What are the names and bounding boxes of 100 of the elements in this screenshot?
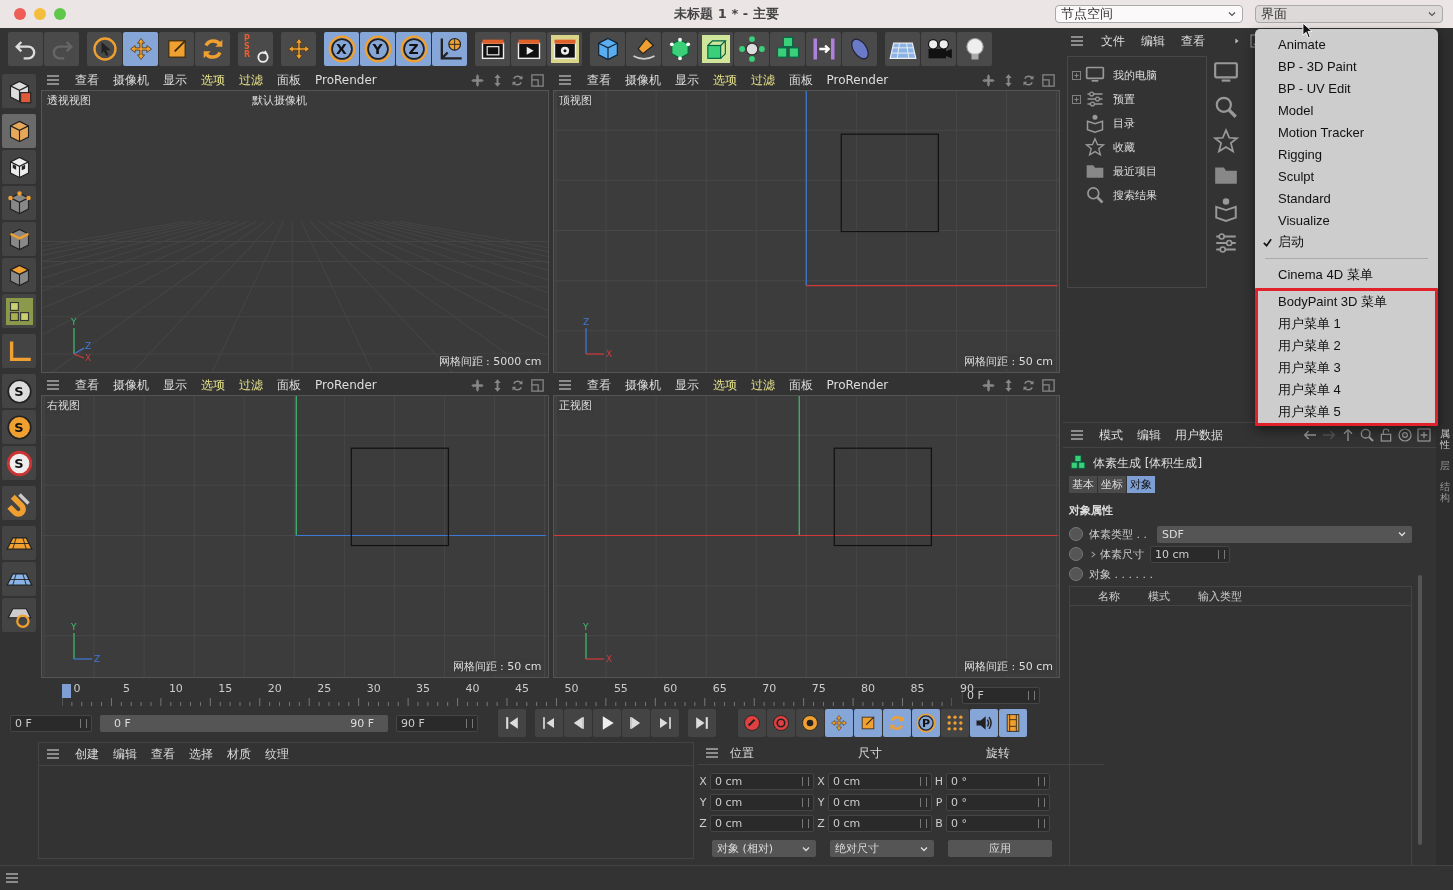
viewport-menu-item[interactable]: 过滤 <box>239 376 263 394</box>
tree-item[interactable]: 搜索结果 <box>1113 187 1157 203</box>
light-button[interactable] <box>957 32 992 66</box>
menu-item[interactable]: Rigging <box>1255 143 1438 165</box>
point-button[interactable] <box>2 186 36 220</box>
menu-item[interactable]: 用户菜单 2 <box>1258 335 1435 357</box>
plus-box-icon[interactable] <box>1416 427 1432 443</box>
menu-item[interactable]: Cinema 4D 菜单 <box>1255 264 1438 286</box>
viewport-menu-item[interactable]: ProRender <box>826 73 889 87</box>
attribute-tab[interactable]: 基本 <box>1069 476 1097 493</box>
viewport-menu-item[interactable]: 查看 <box>75 376 99 394</box>
scrollbar[interactable] <box>1418 575 1422 845</box>
camera-button[interactable] <box>921 32 956 66</box>
record-button[interactable] <box>738 709 766 737</box>
star-icon[interactable] <box>1213 128 1239 154</box>
material-menu-item[interactable]: 纹理 <box>265 745 289 763</box>
go-end-button[interactable] <box>688 709 716 737</box>
key-settings-button[interactable] <box>796 709 824 737</box>
material-menu-item[interactable]: 编辑 <box>113 745 137 763</box>
viewport-menu-item[interactable]: 过滤 <box>750 71 775 89</box>
layout-select[interactable]: 界面 <box>1255 5 1443 23</box>
go-start-button[interactable] <box>498 709 526 737</box>
menu-item[interactable]: Visualize <box>1255 209 1438 231</box>
viewport-menu-item[interactable]: 选项 <box>201 376 225 394</box>
menu-icon[interactable] <box>556 377 573 393</box>
browser-menu-item[interactable]: 文件 <box>1101 32 1125 50</box>
viewport-menu-item[interactable]: 选项 <box>201 71 225 89</box>
scale-button[interactable] <box>159 32 194 66</box>
rotation-field[interactable]: 0 ° <box>946 794 1050 811</box>
axis-button[interactable]: Z <box>396 32 431 66</box>
voxel-button[interactable] <box>770 32 805 66</box>
viewport-menu-item[interactable]: 过滤 <box>239 71 263 89</box>
axis-button[interactable]: P <box>912 709 940 737</box>
tree-item[interactable]: 收藏 <box>1113 139 1135 155</box>
grid-plane-button[interactable] <box>2 526 36 560</box>
layout-select[interactable]: 节点空间 <box>1055 5 1243 23</box>
viewport-menu-item[interactable]: 面板 <box>277 376 301 394</box>
pan-icon[interactable] <box>469 377 485 393</box>
prev-frame-button[interactable] <box>564 709 592 737</box>
menu-item[interactable]: Animate <box>1255 33 1438 55</box>
viewport-menu-item[interactable]: 摄像机 <box>113 71 149 89</box>
play-button[interactable] <box>593 709 621 737</box>
undo-button[interactable] <box>8 32 43 66</box>
menu-icon[interactable] <box>1069 33 1085 49</box>
menu-icon[interactable] <box>45 377 61 393</box>
dots-button[interactable] <box>941 709 969 737</box>
orbit-icon[interactable] <box>1021 72 1036 88</box>
solo-button[interactable] <box>2 598 36 632</box>
book-icon[interactable] <box>1213 196 1239 222</box>
move-button[interactable] <box>281 32 316 66</box>
viewport-menu-item[interactable]: ProRender <box>315 378 377 392</box>
chevron-icon[interactable] <box>1089 549 1098 559</box>
viewport-menu-item[interactable]: 摄像机 <box>113 376 149 394</box>
tree-item[interactable]: 我的电脑 <box>1113 67 1157 83</box>
uv-button[interactable] <box>2 294 36 328</box>
magnet-button[interactable] <box>2 486 36 520</box>
tree-item[interactable]: 预置 <box>1113 91 1135 107</box>
polygon-button[interactable] <box>2 258 36 292</box>
maximize-icon[interactable] <box>529 72 545 88</box>
side-tab[interactable]: 结构 <box>1439 481 1450 503</box>
autokey-button[interactable] <box>767 709 795 737</box>
cube-button[interactable] <box>590 32 625 66</box>
search-icon[interactable] <box>1213 94 1239 120</box>
scale-button[interactable] <box>854 709 882 737</box>
snap-alt-button[interactable]: S <box>2 410 36 444</box>
orbit-icon[interactable] <box>1021 377 1036 393</box>
render-settings-button[interactable] <box>547 32 582 66</box>
attribute-tab[interactable]: 坐标 <box>1098 476 1126 493</box>
tree-item[interactable]: 目录 <box>1113 115 1135 131</box>
attribute-menu-item[interactable]: 用户数据 <box>1175 426 1223 444</box>
rotation-field[interactable]: 0 ° <box>946 773 1050 790</box>
viewport-menu-item[interactable]: 查看 <box>586 71 611 89</box>
cloner-button[interactable] <box>734 32 769 66</box>
start-frame-field[interactable]: 0 F <box>10 714 92 732</box>
extrude-button[interactable] <box>698 32 733 66</box>
convert-button[interactable] <box>2 74 36 108</box>
menu-icon[interactable] <box>45 746 61 762</box>
menu-item[interactable]: 用户菜单 5 <box>1258 401 1435 423</box>
menu-icon[interactable] <box>4 870 20 886</box>
expand-arrow-icon[interactable] <box>1233 37 1241 45</box>
deformer-button[interactable] <box>806 32 841 66</box>
menu-item[interactable]: 用户菜单 4 <box>1258 379 1435 401</box>
attribute-menu-item[interactable]: 模式 <box>1099 426 1123 444</box>
material-menu-item[interactable]: 创建 <box>75 745 99 763</box>
axis-button[interactable]: X <box>324 32 359 66</box>
size-field[interactable]: 0 cm <box>828 773 932 790</box>
target-icon[interactable] <box>1397 427 1413 443</box>
viewport-menu-item[interactable]: 面板 <box>788 376 813 394</box>
axis-button[interactable]: Y <box>360 32 395 66</box>
render-picture-button[interactable] <box>511 32 546 66</box>
model-button[interactable] <box>2 114 36 148</box>
lock-icon[interactable] <box>1378 427 1394 443</box>
material-menu-item[interactable]: 查看 <box>151 745 175 763</box>
tree-item[interactable]: 最近项目 <box>1113 163 1157 179</box>
next-frame-button[interactable] <box>622 709 650 737</box>
viewport-menu-item[interactable]: ProRender <box>315 73 377 87</box>
keyframe-radio[interactable] <box>1069 527 1083 541</box>
axis-corner-button[interactable] <box>2 334 36 368</box>
viewport-menu-item[interactable]: 显示 <box>163 71 187 89</box>
snap-button[interactable]: S <box>2 374 36 408</box>
